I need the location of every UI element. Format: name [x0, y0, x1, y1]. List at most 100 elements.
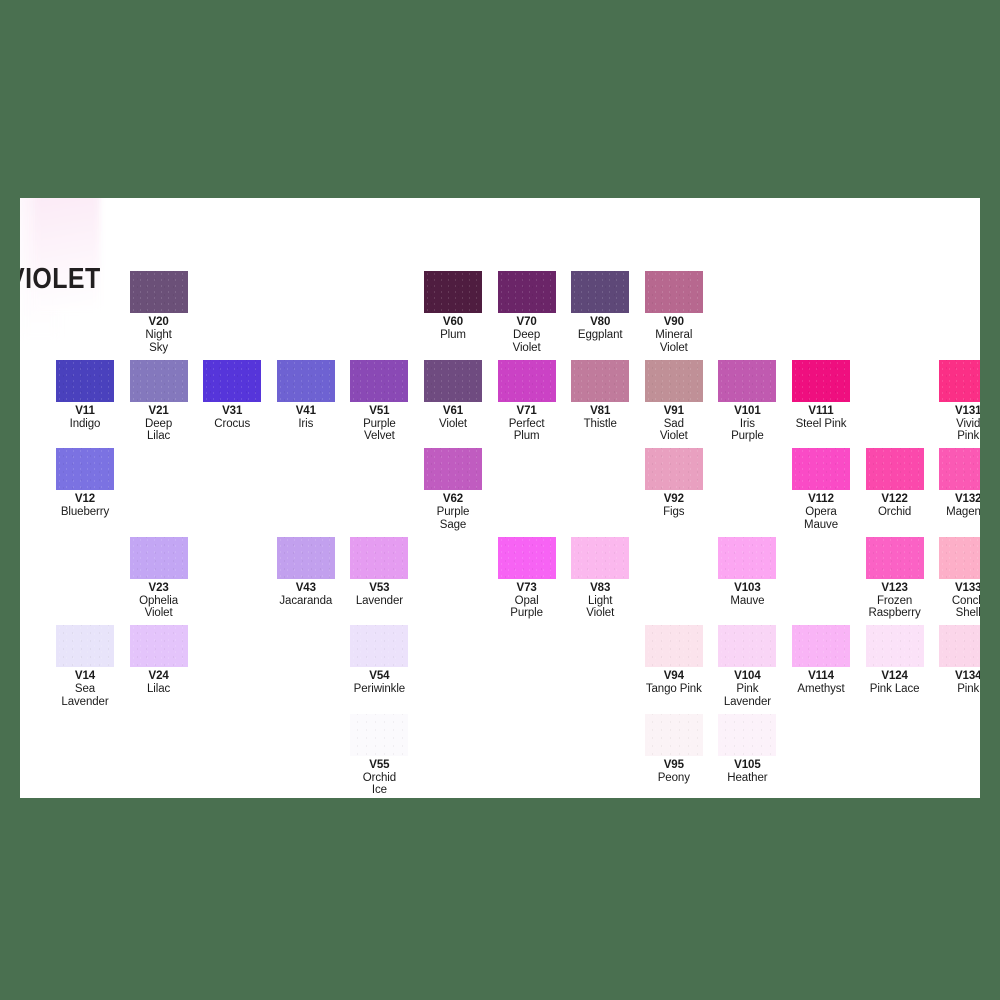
swatch-cell[interactable]: V133Conch Shell: [931, 536, 980, 620]
color-swatch[interactable]: [644, 359, 703, 402]
swatch-cell[interactable]: V104 Pink Lavender: [710, 625, 784, 708]
color-swatch[interactable]: [792, 448, 850, 490]
swatch-cell[interactable]: V105 Heather: [710, 713, 784, 785]
color-swatch[interactable]: [644, 713, 703, 756]
swatch-cell[interactable]: V134 Pink: [931, 625, 980, 696]
color-swatch[interactable]: [497, 536, 556, 579]
color-swatch[interactable]: [792, 359, 850, 402]
color-swatch[interactable]: [350, 625, 409, 667]
color-swatch[interactable]: [56, 359, 114, 402]
color-swatch[interactable]: [424, 271, 482, 313]
color-swatch[interactable]: [497, 271, 556, 313]
swatch-cell[interactable]: V111 Steel Pink: [784, 359, 858, 431]
swatch-cell[interactable]: V61 Violet: [416, 359, 490, 431]
color-swatch[interactable]: [424, 448, 482, 490]
color-swatch[interactable]: [865, 625, 924, 667]
swatch-code: V123: [881, 581, 908, 594]
color-swatch[interactable]: [276, 536, 335, 579]
color-swatch[interactable]: [644, 448, 703, 490]
color-swatch[interactable]: [571, 271, 630, 313]
swatch-name: Amethyst: [797, 683, 845, 695]
swatch-grain-texture: [718, 536, 777, 579]
swatch-cell[interactable]: V31 Crocus: [195, 359, 269, 431]
swatch-cell[interactable]: V12 Blueberry: [48, 448, 122, 519]
color-swatch[interactable]: [939, 625, 980, 667]
color-swatch[interactable]: [350, 536, 409, 579]
color-swatch[interactable]: [718, 713, 777, 756]
swatch-cell[interactable]: V62 Purple Sage: [416, 448, 490, 531]
color-swatch[interactable]: [939, 536, 980, 579]
swatch-code: V81: [590, 404, 611, 417]
swatch-cell[interactable]: V83 Light Violet: [563, 536, 637, 620]
swatch-name: Light Violet: [586, 594, 615, 620]
color-swatch[interactable]: [939, 448, 980, 490]
color-swatch[interactable]: [497, 359, 556, 402]
swatch-code: V24: [148, 670, 169, 682]
swatch-cell[interactable]: V20 Night Sky: [122, 271, 196, 354]
swatch-cell[interactable]: V55 Orchid Ice: [342, 713, 416, 797]
color-swatch[interactable]: [203, 359, 262, 402]
color-swatch[interactable]: [276, 359, 335, 402]
swatch-cell[interactable]: V131 Vivid Pink: [931, 359, 980, 443]
swatch-cell[interactable]: V132Magenta: [931, 448, 980, 519]
color-swatch[interactable]: [350, 713, 409, 756]
swatch-cell[interactable]: V91 Sad Violet: [637, 359, 711, 443]
swatch-code: V54: [369, 670, 390, 682]
color-swatch[interactable]: [865, 536, 924, 579]
color-swatch[interactable]: [129, 271, 188, 313]
color-swatch[interactable]: [424, 359, 482, 402]
swatch-cell[interactable]: V112 Opera Mauve: [784, 448, 858, 531]
swatch-cell[interactable]: V114 Amethyst: [784, 625, 858, 696]
color-swatch[interactable]: [350, 359, 409, 402]
swatch-cell[interactable]: V51 Purple Velvet: [342, 359, 416, 443]
swatch-cell[interactable]: V103 Mauve: [710, 536, 784, 608]
color-swatch[interactable]: [129, 536, 188, 579]
swatch-cell[interactable]: V73 Opal Purple: [490, 536, 564, 620]
color-swatch[interactable]: [718, 359, 777, 402]
swatch-cell[interactable]: V70 Deep Violet: [490, 271, 564, 354]
color-swatch[interactable]: [939, 359, 980, 402]
color-swatch[interactable]: [644, 625, 703, 667]
color-swatch[interactable]: [865, 448, 924, 490]
color-swatch[interactable]: [571, 359, 630, 402]
swatch-cell[interactable]: V14 Sea Lavender: [48, 625, 122, 708]
color-swatch[interactable]: [129, 359, 188, 402]
color-swatch[interactable]: [129, 625, 188, 667]
swatch-cell[interactable]: V124 Pink Lace: [858, 625, 932, 696]
swatch-cell[interactable]: V81 Thistle: [563, 359, 637, 431]
swatch-cell[interactable]: V92 Figs: [637, 448, 711, 519]
swatch-code: V73: [516, 581, 537, 594]
color-swatch[interactable]: [644, 271, 703, 313]
swatch-cell[interactable]: V123 Frozen Raspberry: [858, 536, 932, 620]
swatch-cell[interactable]: V24 Lilac: [122, 625, 196, 696]
swatch-grain-texture: [497, 271, 556, 313]
swatch-cell[interactable]: V94 Tango Pink: [637, 625, 711, 696]
swatch-name: Eggplant: [577, 329, 623, 341]
swatch-cell[interactable]: V54 Periwinkle: [342, 625, 416, 696]
swatch-cell[interactable]: V21 Deep Lilac: [122, 359, 196, 443]
swatch-cell[interactable]: V11 Indigo: [48, 359, 122, 431]
color-swatch[interactable]: [56, 625, 114, 667]
swatch-cell[interactable]: V95 Peony: [637, 713, 711, 785]
swatch-cell[interactable]: V53 Lavender: [342, 536, 416, 608]
color-swatch[interactable]: [571, 536, 630, 579]
swatch-cell[interactable]: V80 Eggplant: [563, 271, 637, 342]
color-swatch[interactable]: [792, 625, 850, 667]
swatch-cell[interactable]: V41 Iris: [269, 359, 343, 431]
swatch-code: V31: [222, 404, 243, 417]
swatch-cell[interactable]: V60 Plum: [416, 271, 490, 342]
swatch-grain-texture: [424, 359, 482, 402]
swatch-cell[interactable]: V71 Perfect Plum: [490, 359, 564, 443]
color-chart-sheet: VIOLET V20Night SkyV60PlumV70Deep Violet…: [20, 198, 980, 798]
swatch-code: V41: [295, 404, 316, 417]
swatch-cell[interactable]: V122 Orchid: [858, 448, 932, 519]
color-swatch[interactable]: [718, 625, 777, 667]
color-swatch[interactable]: [56, 448, 114, 490]
color-swatch[interactable]: [718, 536, 777, 579]
swatch-code: V43: [295, 581, 316, 594]
swatch-cell[interactable]: V101 Iris Purple: [710, 359, 784, 443]
swatch-cell[interactable]: V43 Jacaranda: [269, 536, 343, 608]
swatch-cell[interactable]: V90 Mineral Violet: [637, 271, 711, 354]
swatch-cell[interactable]: V23 Ophelia Violet: [122, 536, 196, 620]
swatch-code: V23: [148, 581, 169, 594]
